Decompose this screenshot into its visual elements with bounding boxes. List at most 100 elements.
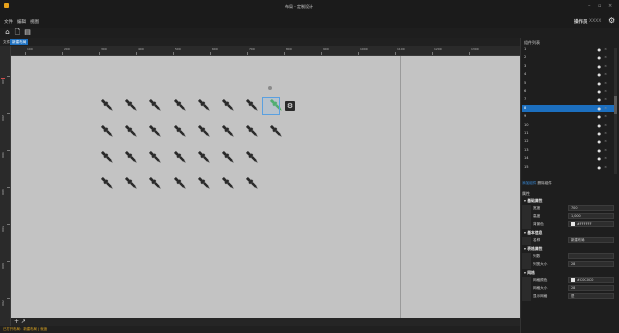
visibility-eye-icon[interactable]: ● xyxy=(598,105,602,113)
layer-row[interactable]: 2 ● × xyxy=(522,54,614,62)
tool-component-icon[interactable] xyxy=(147,97,163,113)
color-swatch[interactable] xyxy=(571,278,575,282)
tool-component-icon[interactable] xyxy=(172,149,188,165)
rotate-handle[interactable] xyxy=(268,86,272,90)
tool-component-icon[interactable] xyxy=(268,123,284,139)
visibility-eye-icon[interactable]: ● xyxy=(598,46,602,54)
visibility-eye-icon[interactable]: ● xyxy=(598,155,602,163)
tool-component-icon[interactable] xyxy=(99,97,115,113)
property-section-header[interactable]: ▾ 表格属性 xyxy=(524,246,542,252)
color-swatch[interactable] xyxy=(571,222,575,226)
remove-icon[interactable]: × xyxy=(604,46,607,54)
tool-component-icon[interactable] xyxy=(244,175,260,191)
tool-component-icon[interactable] xyxy=(99,123,115,139)
design-canvas[interactable] xyxy=(11,56,520,318)
add-component-link[interactable]: 添加组件 xyxy=(522,181,536,185)
property-input[interactable] xyxy=(568,253,614,259)
property-section-header[interactable]: ▾ 基础属性 xyxy=(524,198,542,204)
tool-component-icon[interactable] xyxy=(172,175,188,191)
remove-icon[interactable]: × xyxy=(604,147,607,155)
property-section-header[interactable]: ▾ 网格 xyxy=(524,270,535,276)
property-input[interactable]: 28 xyxy=(568,261,614,267)
layer-row[interactable]: 6 ● × xyxy=(522,88,614,96)
visibility-eye-icon[interactable]: ● xyxy=(598,63,602,71)
layer-row[interactable]: 7 ● × xyxy=(522,96,614,104)
remove-icon[interactable]: × xyxy=(604,96,607,104)
remove-icon[interactable]: × xyxy=(604,105,607,113)
remove-icon[interactable]: × xyxy=(604,63,607,71)
remove-icon[interactable]: × xyxy=(604,130,607,138)
tab-new-layout[interactable]: 新建布局 xyxy=(10,39,29,45)
layer-row[interactable]: 14 ● × xyxy=(522,155,614,163)
visibility-eye-icon[interactable]: ● xyxy=(598,54,602,62)
tool-component-icon[interactable] xyxy=(172,97,188,113)
remove-icon[interactable]: × xyxy=(604,71,607,79)
visibility-eye-icon[interactable]: ● xyxy=(598,96,602,104)
visibility-eye-icon[interactable]: ● xyxy=(598,164,602,172)
remove-icon[interactable]: × xyxy=(604,155,607,163)
visibility-eye-icon[interactable]: ● xyxy=(598,130,602,138)
property-input[interactable]: #C0C0C0 xyxy=(568,277,614,283)
visibility-eye-icon[interactable]: ● xyxy=(598,88,602,96)
property-section-header[interactable]: ▾ 基本信息 xyxy=(524,230,542,236)
property-input[interactable]: 新建布局 xyxy=(568,237,614,243)
layer-scroll-thumb[interactable] xyxy=(614,96,617,114)
tool-component-icon[interactable] xyxy=(244,97,260,113)
layer-row[interactable]: 1 ● × xyxy=(522,46,614,54)
tool-component-icon[interactable] xyxy=(172,123,188,139)
tool-component-icon[interactable] xyxy=(123,123,139,139)
visibility-eye-icon[interactable]: ● xyxy=(598,122,602,130)
remove-icon[interactable]: × xyxy=(604,80,607,88)
layer-row[interactable]: 15 ● × xyxy=(522,164,614,172)
tool-component-icon[interactable] xyxy=(244,149,260,165)
tool-component-icon[interactable] xyxy=(147,149,163,165)
minimize-button[interactable]: – xyxy=(588,3,591,9)
remove-icon[interactable]: × xyxy=(604,88,607,96)
layer-row[interactable]: 11 ● × xyxy=(522,130,614,138)
home-icon[interactable]: ⌂ xyxy=(4,29,11,36)
tool-component-icon[interactable] xyxy=(220,123,236,139)
tool-component-icon[interactable] xyxy=(99,149,115,165)
menu-edit[interactable]: 编辑 xyxy=(17,19,26,25)
layer-row[interactable]: 10 ● × xyxy=(522,122,614,130)
add-page-button[interactable]: + ↗ xyxy=(14,318,26,326)
tool-component-icon[interactable] xyxy=(99,175,115,191)
new-file-icon[interactable]: 🗋 xyxy=(14,29,21,36)
remove-icon[interactable]: × xyxy=(604,122,607,130)
remove-icon[interactable]: × xyxy=(604,113,607,121)
tool-component-icon[interactable] xyxy=(196,123,212,139)
tool-component-icon[interactable] xyxy=(244,123,260,139)
selection-box[interactable] xyxy=(262,97,280,115)
tool-component-icon[interactable] xyxy=(196,149,212,165)
layer-row[interactable]: 5 ● × xyxy=(522,80,614,88)
settings-icon[interactable]: ⚙ xyxy=(608,17,616,25)
layer-row[interactable]: 8 ● × xyxy=(522,104,614,113)
visibility-eye-icon[interactable]: ● xyxy=(598,71,602,79)
tool-component-icon[interactable] xyxy=(220,97,236,113)
property-input[interactable]: #FFFFFF xyxy=(568,221,614,227)
layer-row[interactable]: 4 ● × xyxy=(522,71,614,79)
remove-icon[interactable]: × xyxy=(604,138,607,146)
layer-row[interactable]: 9 ● × xyxy=(522,113,614,121)
visibility-eye-icon[interactable]: ● xyxy=(598,138,602,146)
tool-component-icon[interactable] xyxy=(123,97,139,113)
tool-component-icon[interactable] xyxy=(147,175,163,191)
visibility-eye-icon[interactable]: ● xyxy=(598,147,602,155)
menu-view[interactable]: 视图 xyxy=(30,19,39,25)
tool-component-icon[interactable] xyxy=(147,123,163,139)
save-icon[interactable]: ▤ xyxy=(24,29,31,36)
tool-component-icon[interactable] xyxy=(220,149,236,165)
tool-component-icon[interactable] xyxy=(123,149,139,165)
maximize-button[interactable]: ▫ xyxy=(598,3,601,9)
delete-component-link[interactable]: 删除组件 xyxy=(538,181,552,185)
property-input[interactable]: 1,000 xyxy=(568,213,614,219)
tool-component-icon[interactable] xyxy=(123,175,139,191)
layer-row[interactable]: 12 ● × xyxy=(522,138,614,146)
component-settings-button[interactable]: ⚙ xyxy=(285,101,295,111)
layer-row[interactable]: 13 ● × xyxy=(522,147,614,155)
property-input[interactable]: 700 xyxy=(568,205,614,211)
menu-file[interactable]: 文件 xyxy=(4,19,13,25)
visibility-eye-icon[interactable]: ● xyxy=(598,80,602,88)
property-input[interactable]: 是 xyxy=(568,293,614,299)
visibility-eye-icon[interactable]: ● xyxy=(598,113,602,121)
